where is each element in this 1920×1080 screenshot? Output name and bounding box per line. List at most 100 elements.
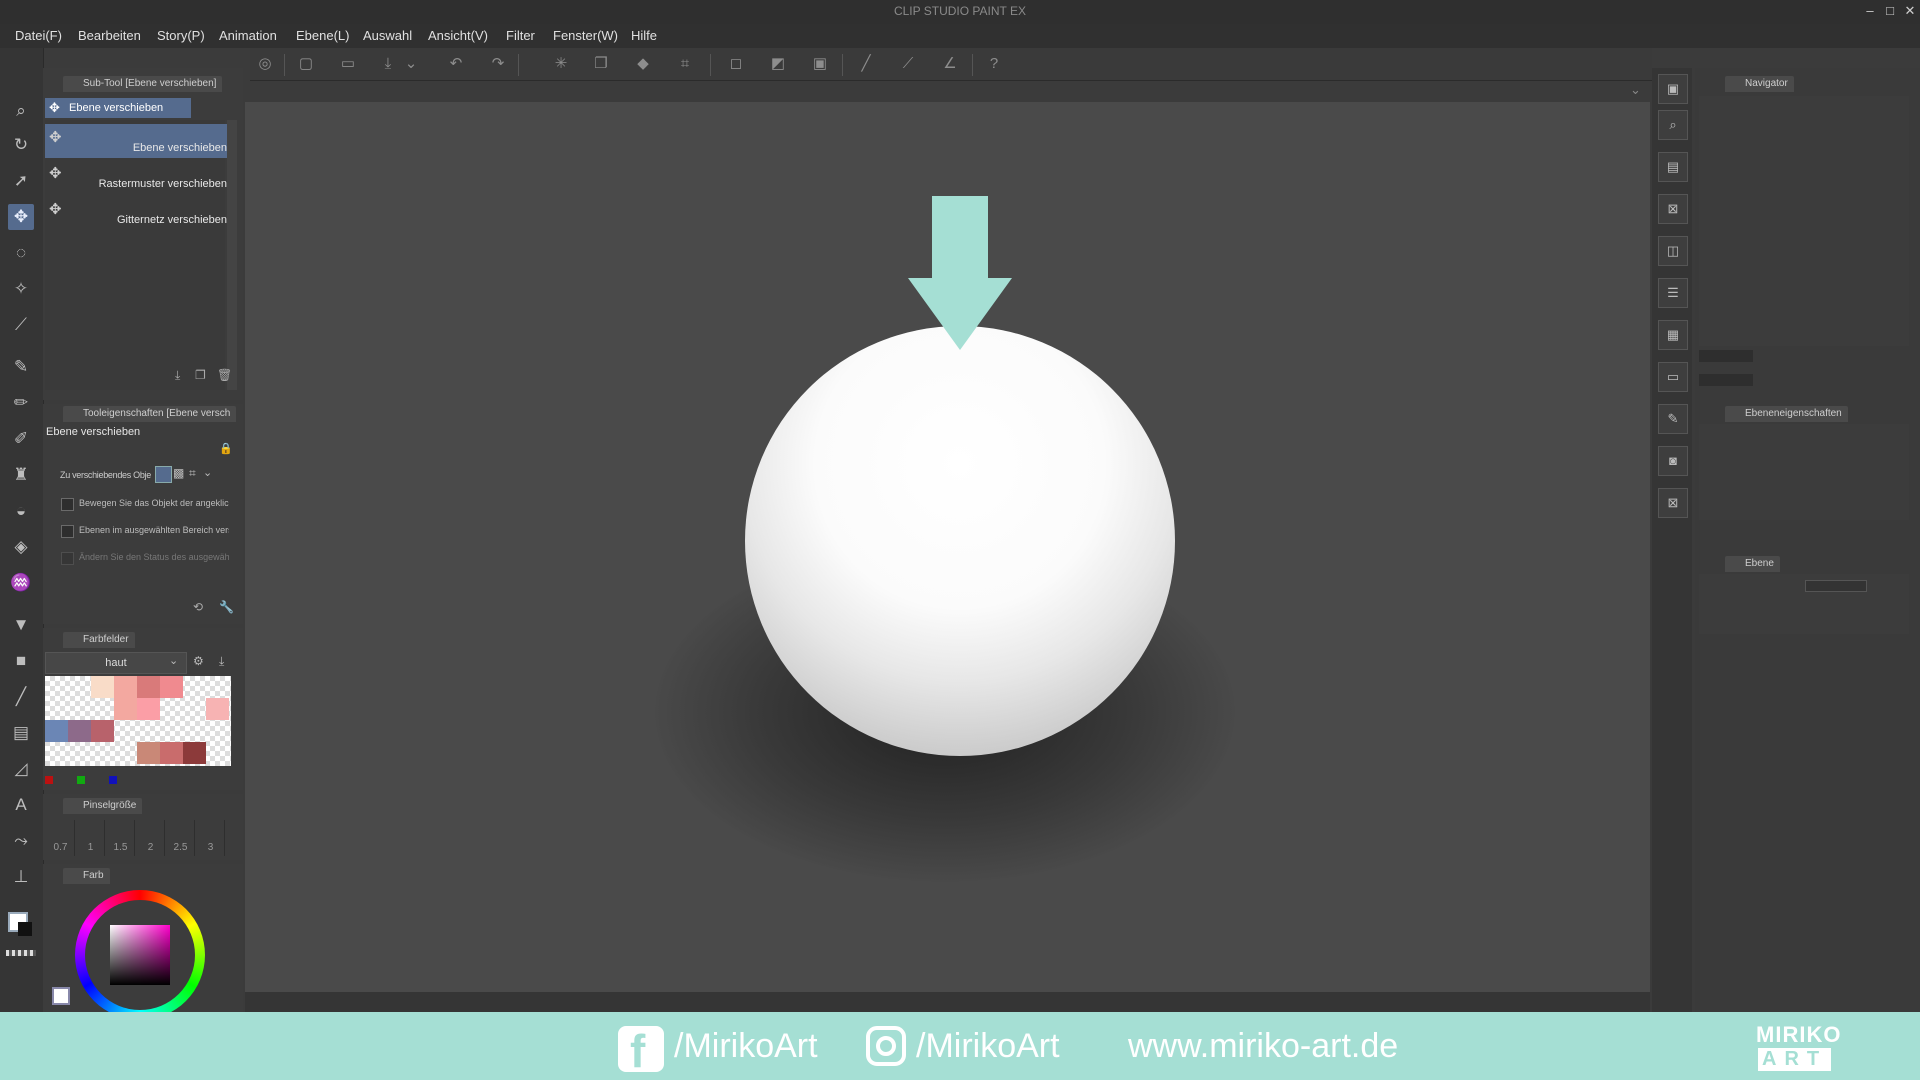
menu-auswahl[interactable]: Auswahl	[363, 28, 412, 43]
edit-icon[interactable]: ✎	[1658, 404, 1688, 434]
grid-view-icon[interactable]: ▦	[1658, 320, 1688, 350]
airbrush-icon[interactable]: ♜	[8, 462, 34, 488]
menu-hilfe[interactable]: Hilfe	[631, 28, 657, 43]
menu-story[interactable]: Story(P)	[157, 28, 205, 43]
zoom-icon[interactable]: ⌕	[8, 98, 34, 124]
swatches-tab[interactable]: Farbfelder	[63, 632, 135, 648]
swatch-color[interactable]	[160, 676, 183, 698]
brush-size-preset[interactable]: 1.5	[107, 820, 135, 856]
menu-bearbeiten[interactable]: Bearbeiten	[78, 28, 141, 43]
transform-icon[interactable]: ✳	[550, 54, 572, 74]
sub-color-swatch[interactable]	[18, 922, 32, 936]
object-grid-toggle[interactable]: ⌗	[189, 466, 196, 481]
close-panel-icon[interactable]: ⊠	[1658, 488, 1688, 518]
eyedropper-icon[interactable]: ⟋	[8, 312, 34, 338]
object-chevron-down-icon[interactable]: ⌄	[203, 466, 212, 479]
brush-size-preset[interactable]: 3	[197, 820, 225, 856]
text-icon[interactable]: A	[8, 792, 34, 818]
toolprops-tab[interactable]: Tooleigenschaften [Ebene versch	[63, 406, 237, 422]
subtool-group-label[interactable]: Ebene verschieben	[45, 98, 191, 118]
menu-fenster[interactable]: Fenster(W)	[553, 28, 618, 43]
rotate-slider[interactable]	[1699, 374, 1753, 386]
swatch-color[interactable]	[206, 698, 229, 720]
redo-icon[interactable]: ↷	[487, 54, 509, 74]
fill-icon[interactable]: ◆	[632, 54, 654, 74]
crop-icon[interactable]: ⌗	[674, 54, 696, 74]
layer-edit-icon[interactable]: ▣	[1658, 74, 1688, 104]
maximize-icon[interactable]: □	[1882, 3, 1898, 19]
minimize-icon[interactable]: –	[1862, 3, 1878, 19]
blend-icon[interactable]: ♒	[8, 570, 34, 596]
navigator-view[interactable]	[1699, 96, 1909, 346]
reset-icon[interactable]: ⟲	[193, 600, 203, 614]
brush-size-preset[interactable]: 1	[77, 820, 105, 856]
subtool-import-icon[interactable]: ⤓	[175, 368, 180, 383]
subtool-scrollbar[interactable]	[227, 120, 237, 390]
lasso-icon[interactable]: ◌	[8, 240, 34, 266]
swatch-color[interactable]	[160, 742, 183, 764]
menu-ansicht[interactable]: Ansicht(V)	[428, 28, 488, 43]
layer-copy-icon[interactable]: ❐	[590, 54, 612, 74]
canvas[interactable]	[245, 102, 1650, 992]
correct-line-icon[interactable]: ⊥	[8, 864, 34, 890]
open-folder-icon[interactable]: ▭	[337, 54, 359, 74]
navigator-tab[interactable]: Navigator	[1725, 76, 1794, 92]
layerprops-tab[interactable]: Ebeneneigenschaften	[1725, 406, 1848, 422]
swatch-color[interactable]	[137, 698, 160, 720]
brush-size-preset[interactable]: 2	[137, 820, 165, 856]
menu-ebene[interactable]: Ebene(L)	[296, 28, 349, 43]
material-icon[interactable]: ▤	[1658, 152, 1688, 182]
subtool-item[interactable]: ✥ Ebene verschieben	[45, 124, 227, 158]
snap-grid-icon[interactable]: ∠	[939, 54, 961, 74]
object-tone-toggle[interactable]: ▩	[173, 466, 184, 480]
capture-icon[interactable]: ◫	[1658, 236, 1688, 266]
subtool-tab[interactable]: Sub-Tool [Ebene verschieben]	[63, 76, 223, 92]
subtool-delete-icon[interactable]: 🗑	[217, 368, 232, 382]
decoration-icon[interactable]: ◒	[8, 498, 34, 524]
ruler-icon[interactable]: ╱	[855, 54, 877, 74]
swatch-color[interactable]	[114, 698, 137, 720]
search-icon[interactable]: ⌕	[1658, 110, 1688, 140]
balloon-icon[interactable]: ⤳	[8, 828, 34, 854]
swatch-color[interactable]	[91, 676, 114, 698]
invert-selection-icon[interactable]: ◩	[767, 54, 789, 74]
swatch-import-icon[interactable]: ⤓	[219, 654, 224, 669]
ruler-tool-icon[interactable]: ◿	[8, 756, 34, 782]
subtool-copy-icon[interactable]: ❐	[195, 368, 206, 382]
swatch-color[interactable]	[137, 742, 160, 764]
fill-bucket-icon[interactable]: ▼	[8, 612, 34, 638]
saturation-square[interactable]	[110, 925, 170, 985]
magic-wand-icon[interactable]: ✧	[8, 276, 34, 302]
close-icon[interactable]: ✕	[1902, 3, 1918, 19]
layer-tab[interactable]: Ebene	[1725, 556, 1780, 572]
brushsize-tab[interactable]: Pinselgröße	[63, 798, 143, 814]
zoom-slider[interactable]	[1699, 350, 1753, 362]
menu-animation[interactable]: Animation	[219, 28, 277, 43]
eraser-icon[interactable]: ◈	[8, 534, 34, 560]
undo-icon[interactable]: ↶	[445, 54, 467, 74]
collapse-chevron-icon[interactable]: ⌄	[1630, 82, 1641, 98]
brush-icon[interactable]: ✐	[8, 426, 34, 452]
save-icon[interactable]: ⤓	[377, 54, 399, 74]
red-swatch[interactable]	[45, 776, 53, 784]
wrench-icon[interactable]: 🔧	[219, 600, 234, 614]
menu-filter[interactable]: Filter	[506, 28, 535, 43]
swatch-color[interactable]	[183, 742, 206, 764]
deselect-icon[interactable]: ◻	[725, 54, 747, 74]
object-layer-toggle[interactable]	[155, 466, 172, 483]
swatch-settings-icon[interactable]: ⚙	[193, 654, 204, 668]
blue-swatch[interactable]	[109, 776, 117, 784]
option-checkbox[interactable]	[61, 498, 74, 511]
pencil-icon[interactable]: ✏	[8, 390, 34, 416]
brush-size-preset[interactable]: 0.7	[47, 820, 75, 856]
layer-list[interactable]	[1699, 638, 1909, 1012]
help-icon[interactable]: ?	[983, 54, 1005, 74]
clip-studio-icon[interactable]: ◎	[254, 54, 276, 74]
selection-frame-icon[interactable]: ▣	[809, 54, 831, 74]
move-layer-icon[interactable]: ✥	[8, 204, 34, 230]
swatch-color[interactable]	[91, 720, 114, 742]
current-color-chip[interactable]	[52, 987, 70, 1005]
swatch-color[interactable]	[114, 676, 137, 698]
subtool-item[interactable]: ✥ Rastermuster verschieben	[45, 160, 227, 194]
gradient-icon[interactable]: ■	[8, 648, 34, 674]
